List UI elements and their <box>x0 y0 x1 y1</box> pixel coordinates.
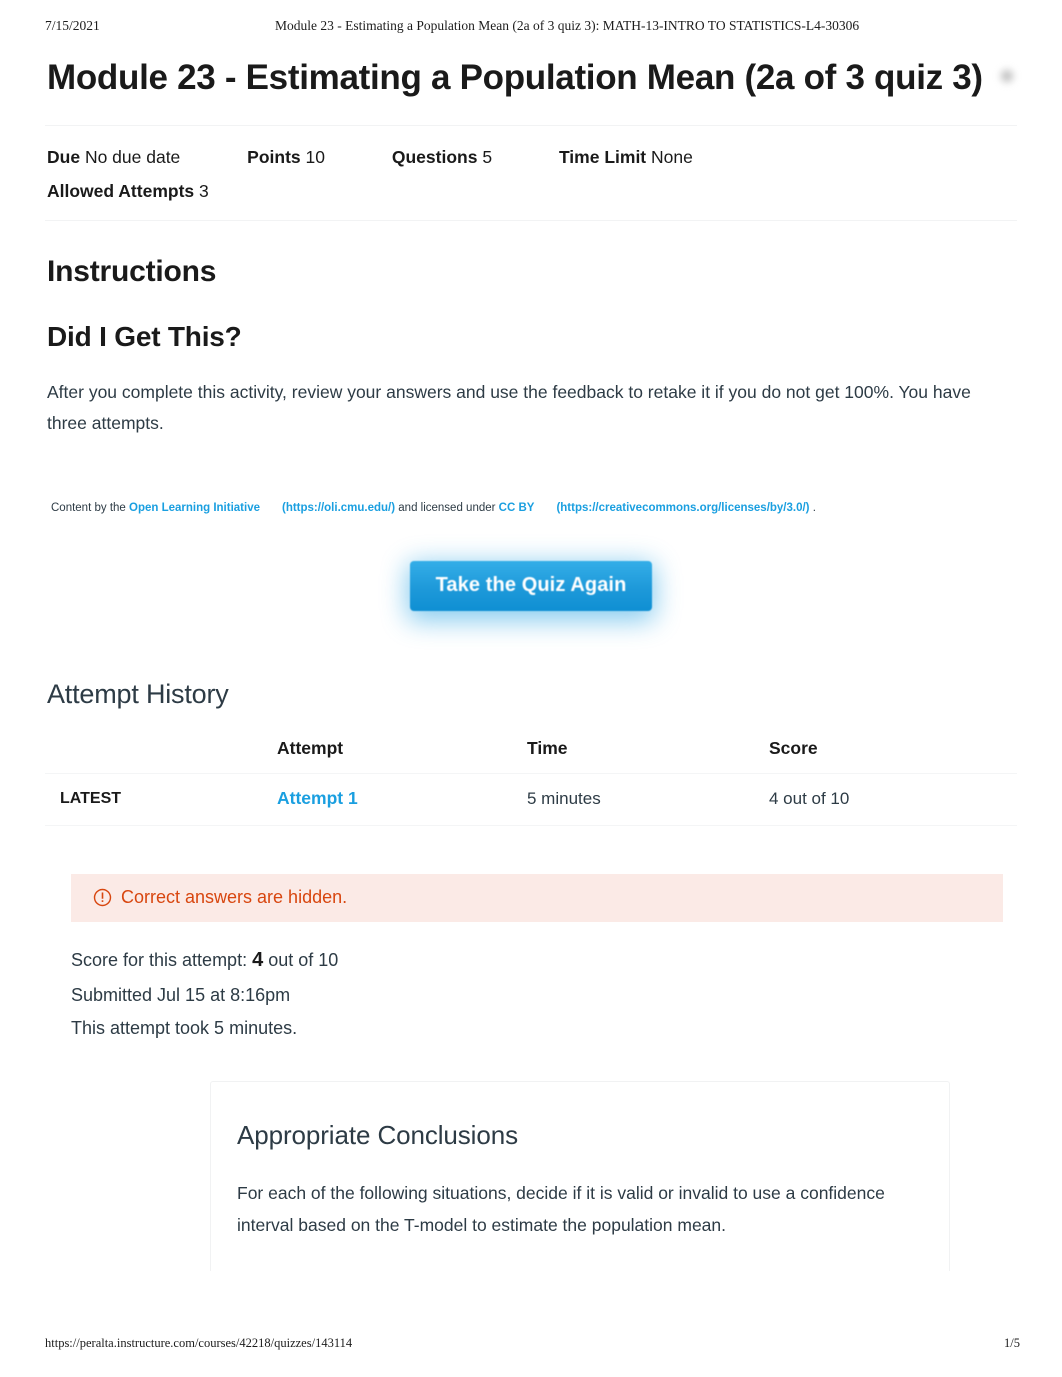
meta-questions: Questions 5 <box>392 140 492 174</box>
cc-by-url: (https://creativecommons.org/licenses/by… <box>556 502 810 515</box>
page-title: Module 23 - Estimating a Population Mean… <box>47 50 1017 107</box>
meta-points-value: 10 <box>305 146 325 167</box>
instructions-heading: Instructions <box>47 254 217 288</box>
score-line: Score for this attempt: 4 out of 10 <box>71 942 1017 979</box>
attempt-1-link[interactable]: Attempt 1 <box>277 788 358 808</box>
meta-due: Due No due date <box>47 140 180 174</box>
meta-due-label: Due <box>47 146 81 167</box>
attempt-history-table: Attempt Time Score LATEST Attempt 1 5 mi… <box>45 732 1017 827</box>
meta-questions-label: Questions <box>391 146 478 167</box>
print-footer-page-number: 1/5 <box>1004 1336 1020 1350</box>
instructions-body: After you complete this activity, review… <box>47 381 971 433</box>
meta-allowed-attempts-value: 3 <box>199 180 209 201</box>
question-card: Appropriate Conclusions For each of the … <box>210 1080 950 1271</box>
page-title-text: Module 23 - Estimating a Population Mean… <box>47 58 983 97</box>
take-quiz-again-button[interactable]: Take the Quiz Again <box>409 561 653 612</box>
correct-answers-hidden-alert: Correct answers are hidden. <box>71 874 1003 923</box>
col-attempt: Attempt <box>277 738 344 759</box>
quiz-page: Module 23 - Estimating a Population Mean… <box>45 46 1017 1271</box>
exclamation-circle-icon <box>93 888 112 907</box>
cc-by-link[interactable]: CC BY <box>499 502 535 514</box>
meta-time-limit: Time Limit None <box>559 140 693 174</box>
meta-points: Points 10 <box>247 140 325 174</box>
open-learning-initiative-link[interactable]: Open Learning Initiative <box>129 502 260 514</box>
col-score: Score <box>769 738 818 759</box>
score-value: 4 <box>252 949 264 972</box>
meta-points-label: Points <box>247 146 301 167</box>
score-suffix: out of 10 <box>263 950 339 971</box>
col-time: Time <box>527 738 568 759</box>
print-footer: https://peralta.instructure.com/courses/… <box>0 1336 1062 1351</box>
divider-below-meta <box>45 219 1017 221</box>
score-prefix: Score for this attempt: <box>71 950 253 971</box>
row-time: 5 minutes <box>527 773 769 827</box>
row-score: 4 out of 10 <box>769 773 1017 827</box>
attribution-middle: and licensed under <box>395 502 499 515</box>
attribution-prefix: Content by the <box>51 502 129 515</box>
table-header-row: Attempt Time Score <box>45 732 1017 774</box>
take-quiz-again-wrapper: Take the Quiz Again <box>45 561 1017 623</box>
question-text: For each of the following situations, de… <box>237 1182 885 1235</box>
duration-line: This attempt took 5 minutes. <box>71 1017 298 1038</box>
print-footer-url: https://peralta.instructure.com/courses/… <box>45 1336 353 1350</box>
alert-text: Correct answers are hidden. <box>121 887 348 908</box>
table-row: LATEST Attempt 1 5 minutes 4 out of 10 <box>45 773 1017 827</box>
meta-allowed-attempts: Allowed Attempts 3 <box>47 174 1017 208</box>
published-status-icon <box>996 66 1017 86</box>
row-kept-badge: LATEST <box>45 773 277 827</box>
question-title: Appropriate Conclusions <box>237 1119 518 1150</box>
col-kept <box>45 732 277 774</box>
meta-due-value: No due date <box>84 146 181 167</box>
attribution-suffix: . <box>812 502 816 515</box>
row-attempt-cell: Attempt 1 <box>277 773 527 827</box>
print-header: 7/15/2021 Module 23 - Estimating a Popul… <box>0 18 1062 34</box>
attribution-line: Content by the Open Learning Initiative (… <box>51 500 1017 517</box>
attempt-history-heading: Attempt History <box>47 679 229 710</box>
quiz-meta: Due No due date Points 10 Questions 5 Ti… <box>45 126 1017 220</box>
oli-url: (https://oli.cmu.edu/) <box>282 502 396 515</box>
print-date: 7/15/2021 <box>45 18 100 33</box>
meta-time-limit-value: None <box>651 146 693 167</box>
meta-questions-value: 5 <box>482 146 493 167</box>
submitted-line: Submitted Jul 15 at 8:16pm <box>71 985 291 1006</box>
meta-allowed-attempts-label: Allowed Attempts <box>47 180 195 201</box>
print-page-title: Module 23 - Estimating a Population Mean… <box>275 18 860 33</box>
attempt-result-summary: Score for this attempt: 4 out of 10 Subm… <box>71 942 1017 1044</box>
meta-time-limit-label: Time Limit <box>558 146 647 167</box>
did-i-get-this-heading: Did I Get This? <box>47 320 242 352</box>
